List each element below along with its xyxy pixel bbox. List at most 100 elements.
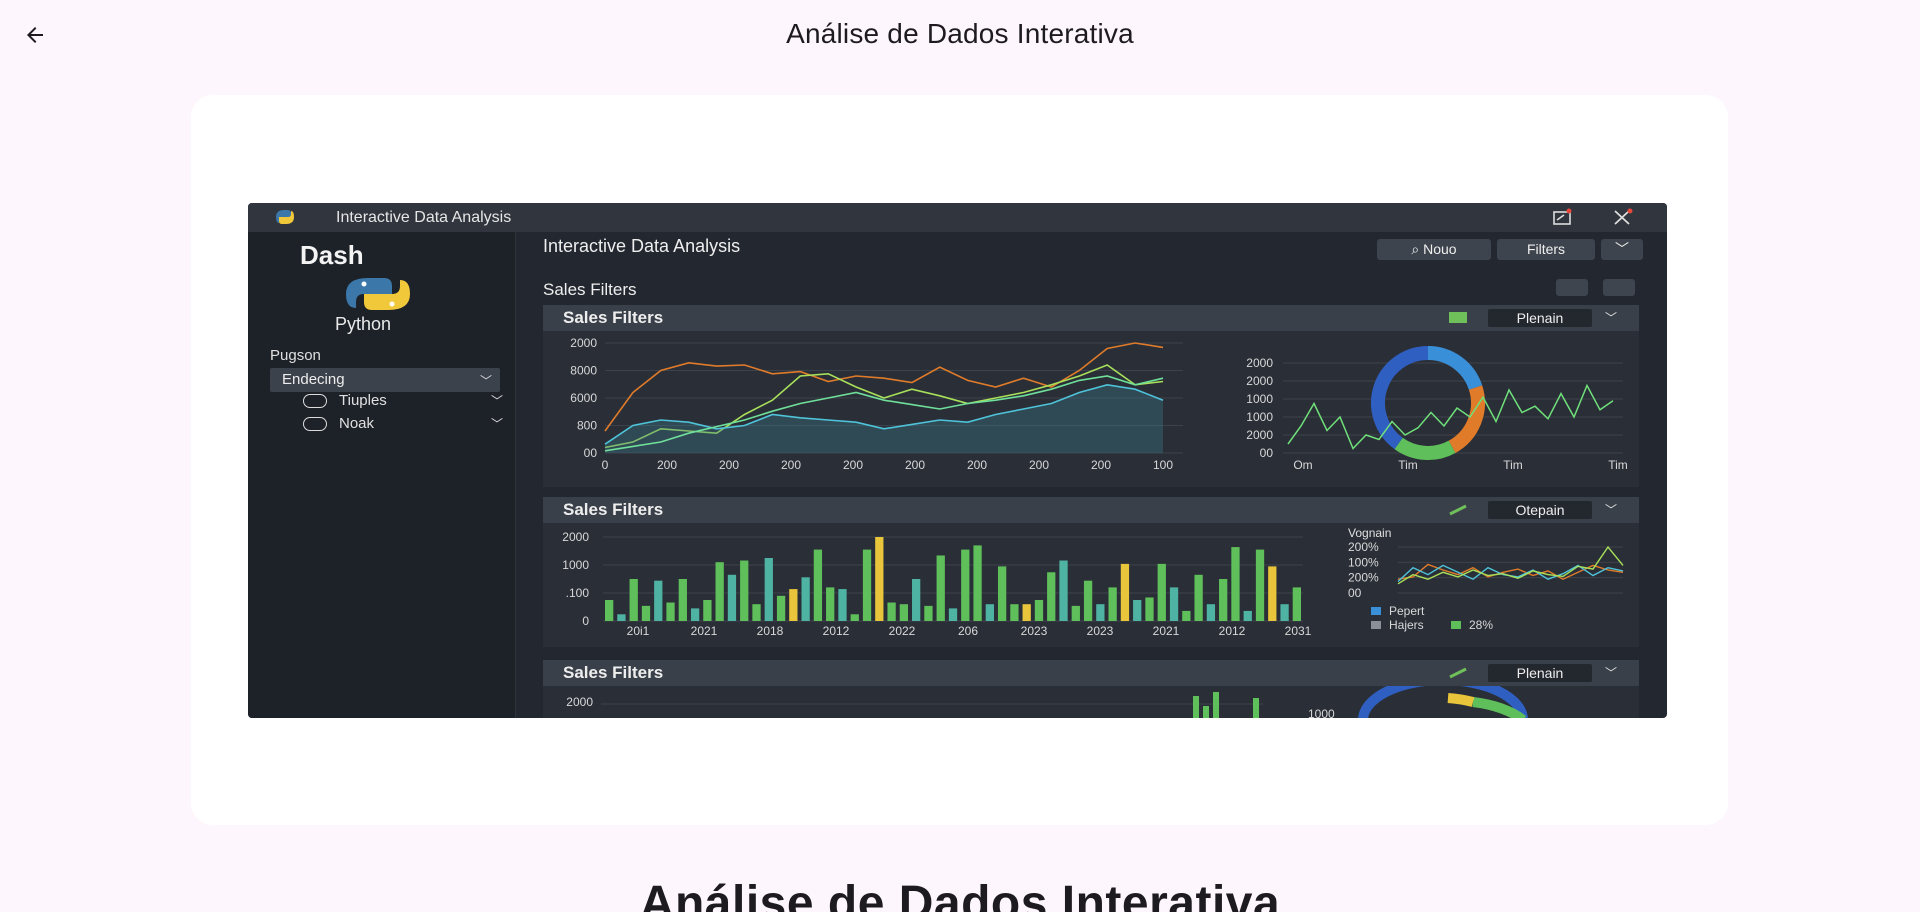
bar xyxy=(826,587,835,621)
bar xyxy=(1010,604,1019,621)
x-tick-label: 0 xyxy=(602,458,609,472)
bar xyxy=(1108,587,1117,621)
bar xyxy=(1213,692,1219,718)
bar xyxy=(1059,560,1068,621)
sidebar-item-tiuples[interactable]: Tiuples ﹀ xyxy=(303,392,503,412)
y-tick-label: 00 xyxy=(1348,586,1362,600)
panel-3: Sales Filters Plenain ﹀ 2000 1000 xyxy=(543,660,1639,718)
dashboard-screenshot[interactable]: Interactive Data Analysis Dash Python Pu… xyxy=(248,203,1667,718)
line-chart-2: Vognain200%100%200%00PepertHajers 28% xyxy=(1348,526,1624,632)
legend-label: Pepert xyxy=(1389,604,1425,618)
flag-icon[interactable] xyxy=(1448,503,1468,516)
filters-button[interactable]: Filters xyxy=(1497,239,1595,260)
close-icon[interactable] xyxy=(1611,208,1633,226)
chevron-down-icon[interactable]: ﹀ xyxy=(1605,664,1617,681)
y-tick-label: 8000 xyxy=(570,364,597,378)
legend-swatch xyxy=(1371,621,1381,629)
bar-chart: 2000 1000 .100 0 20i1 2021 2018 2012 2022 206 2023… xyxy=(562,530,1312,638)
line-chart-1: 200080006000800000 200 200 200 200 200 200 200 2… xyxy=(570,336,1183,472)
panel-dropdown[interactable]: Otepain xyxy=(1488,501,1592,519)
panel-2: Sales Filters Otepain ﹀ 2000 1000 .100 0 20i… xyxy=(543,497,1639,647)
bar xyxy=(948,608,958,621)
bar xyxy=(764,558,773,621)
bar xyxy=(838,589,847,621)
panel-header: Sales Filters Plenain ﹀ xyxy=(543,660,1639,686)
sidebar: Dash Python Pugson Endecing ﹀ Tiuples ﹀ … xyxy=(248,232,516,718)
bar xyxy=(813,549,823,621)
section-label: Sales Filters xyxy=(543,280,637,299)
more-button[interactable]: ﹀ xyxy=(1601,239,1643,260)
x-tick-label: Om xyxy=(1293,458,1312,472)
x-tick-label: 2021 xyxy=(691,624,718,638)
bar xyxy=(1206,604,1216,621)
x-tick-label: Tim xyxy=(1398,458,1418,472)
flag-icon[interactable] xyxy=(1448,666,1468,679)
bar xyxy=(912,579,921,621)
x-tick-label: 200 xyxy=(719,458,739,472)
user-button[interactable] xyxy=(1556,279,1588,296)
chevron-down-icon: ﹀ xyxy=(479,374,492,388)
donut-slice xyxy=(1394,437,1456,460)
bar xyxy=(1083,580,1093,621)
partial-charts: 2000 1000 xyxy=(566,686,1528,718)
bar xyxy=(1071,605,1080,621)
bar xyxy=(654,580,663,621)
bar xyxy=(1203,706,1209,718)
bar xyxy=(1253,698,1259,718)
sidebar-select[interactable]: Endecing ﹀ xyxy=(270,368,500,392)
panel-dropdown[interactable]: Plenain xyxy=(1488,664,1592,682)
search-button[interactable]: ⌕ Nouo xyxy=(1377,239,1491,260)
python-logo-icon xyxy=(346,278,410,310)
x-tick-label: 206 xyxy=(958,624,978,638)
panel-title: Sales Filters xyxy=(563,500,664,519)
chart-title: Vognain xyxy=(1348,526,1391,540)
bar xyxy=(789,589,798,621)
x-tick-label: 2012 xyxy=(1219,624,1246,638)
x-tick-label: Tim xyxy=(1608,458,1628,472)
page-heading: Análise de Dados Interativa xyxy=(639,877,1281,912)
legend-label: 28% xyxy=(1469,618,1493,632)
y-tick-label: 100% xyxy=(1348,555,1379,569)
bar xyxy=(985,604,994,621)
x-tick-label: 20i1 xyxy=(627,624,650,638)
sidebar-select-value: Endecing xyxy=(282,371,345,388)
top-app-bar: Análise de Dados Interativa xyxy=(0,0,1920,70)
x-tick-label: 2031 xyxy=(1285,624,1312,638)
sidebar-item-noak[interactable]: Noak ﹀ xyxy=(303,415,503,435)
panel-header: Sales Filters Otepain ﹀ xyxy=(543,497,1639,523)
logo-label: Python xyxy=(335,314,392,334)
bar xyxy=(997,566,1007,621)
legend-swatch xyxy=(1371,607,1381,615)
search-icon: ⌕ xyxy=(1411,241,1424,257)
bar xyxy=(690,608,700,621)
y-tick-label: 6000 xyxy=(570,391,597,405)
bar xyxy=(617,614,626,621)
brand-label: Dash xyxy=(300,240,364,270)
bar xyxy=(801,577,810,621)
chevron-down-icon[interactable]: ﹀ xyxy=(1605,309,1617,326)
flag-icon[interactable] xyxy=(1448,311,1468,324)
panel-1: Sales Filters Plenain ﹀ 2000 8000 6000 800 0… xyxy=(543,305,1639,487)
notification-icon[interactable] xyxy=(1551,208,1573,226)
donut-slice xyxy=(1447,693,1475,707)
y-tick-label: 2000 xyxy=(1246,374,1273,388)
sidebar-item-label: Noak xyxy=(339,415,375,432)
x-tick-label: 2022 xyxy=(889,624,916,638)
refresh-button[interactable] xyxy=(1603,279,1635,296)
panel-dropdown[interactable]: Plenain xyxy=(1488,309,1592,327)
y-tick-label: 2000 xyxy=(566,695,593,709)
bar xyxy=(961,549,970,621)
y-tick-label: 200% xyxy=(1348,571,1379,585)
bar xyxy=(752,604,761,621)
y-tick-label: 1000 xyxy=(1246,392,1273,406)
bar xyxy=(715,562,724,621)
chevron-down-icon[interactable]: ﹀ xyxy=(1605,501,1617,518)
bar xyxy=(1034,600,1044,621)
bar xyxy=(1182,610,1191,621)
y-tick-label: 800 xyxy=(577,419,597,433)
y-tick-label: 2000 xyxy=(1246,428,1273,442)
y-tick-label: 0 xyxy=(582,614,589,628)
y-tick-label: 00 xyxy=(1260,446,1274,460)
y-tick-label: .100 xyxy=(566,586,590,600)
donut-chart: 2000 2000 1000 1000 2000 00 Om Tim Tim Tim xyxy=(1246,346,1628,472)
